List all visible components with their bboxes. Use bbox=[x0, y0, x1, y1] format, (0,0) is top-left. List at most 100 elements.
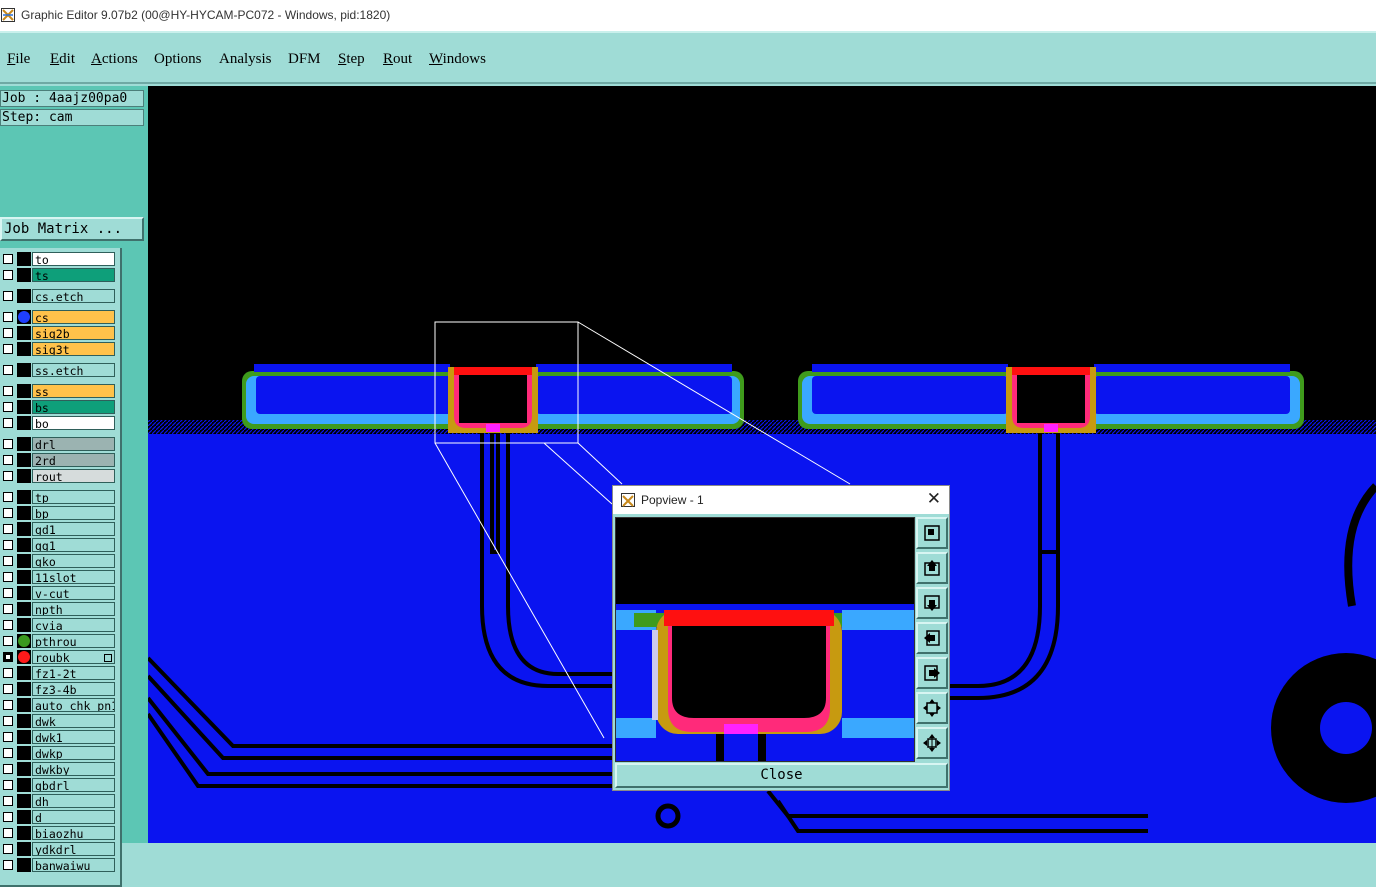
layer-row-drl[interactable]: drl bbox=[0, 437, 116, 451]
layer-name[interactable]: ss bbox=[32, 384, 115, 398]
layer-checkbox[interactable] bbox=[3, 508, 13, 518]
layer-checkbox[interactable] bbox=[3, 652, 13, 662]
layer-row-gbdrl[interactable]: gbdrl bbox=[0, 778, 116, 792]
layer-checkbox[interactable] bbox=[3, 796, 13, 806]
layer-checkbox[interactable] bbox=[3, 492, 13, 502]
layer-display-color[interactable] bbox=[17, 289, 31, 303]
layer-row-11slot[interactable]: 11slot bbox=[0, 570, 116, 584]
layer-display-color[interactable] bbox=[17, 650, 31, 664]
layer-name[interactable]: 2rd bbox=[32, 453, 115, 467]
layer-row-v-cut[interactable]: v-cut bbox=[0, 586, 116, 600]
menu-step[interactable]: Step bbox=[338, 51, 365, 68]
layer-name[interactable]: 11slot bbox=[32, 570, 115, 584]
layer-checkbox[interactable] bbox=[3, 524, 13, 534]
popview-close-button[interactable]: Close bbox=[615, 763, 948, 788]
layer-name[interactable]: fz1-2t bbox=[32, 666, 115, 680]
layer-row-sig3t[interactable]: sig3t bbox=[0, 342, 116, 356]
layer-row-bp[interactable]: bp bbox=[0, 506, 116, 520]
layer-checkbox[interactable] bbox=[3, 780, 13, 790]
layer-display-color[interactable] bbox=[17, 842, 31, 856]
layer-checkbox[interactable] bbox=[3, 764, 13, 774]
layer-display-color[interactable] bbox=[17, 826, 31, 840]
layer-display-color[interactable] bbox=[17, 416, 31, 430]
layer-row-auto_chk_pn1[interactable]: auto_chk_pn1 bbox=[0, 698, 116, 712]
layer-row-tp[interactable]: tp bbox=[0, 490, 116, 504]
layer-name[interactable]: ydkdrl bbox=[32, 842, 115, 856]
layer-checkbox[interactable] bbox=[3, 572, 13, 582]
layer-row-dwkp[interactable]: dwkp bbox=[0, 746, 116, 760]
zoom-home-icon[interactable] bbox=[916, 517, 948, 549]
layer-name[interactable]: drl bbox=[32, 437, 115, 451]
layer-checkbox[interactable] bbox=[3, 860, 13, 870]
layer-display-color[interactable] bbox=[17, 400, 31, 414]
layer-display-color[interactable] bbox=[17, 506, 31, 520]
layer-row-pthrou[interactable]: pthrou bbox=[0, 634, 116, 648]
layer-display-color[interactable] bbox=[17, 618, 31, 632]
layer-name[interactable]: dwkby bbox=[32, 762, 115, 776]
layer-name[interactable]: bp bbox=[32, 506, 115, 520]
layer-display-color[interactable] bbox=[17, 437, 31, 451]
layer-display-color[interactable] bbox=[17, 538, 31, 552]
layer-row-rout[interactable]: rout bbox=[0, 469, 116, 483]
layer-name[interactable]: pthrou bbox=[32, 634, 115, 648]
layer-name[interactable]: tp bbox=[32, 490, 115, 504]
layer-name[interactable]: bo bbox=[32, 416, 115, 430]
layer-row-to[interactable]: to bbox=[0, 252, 116, 266]
layer-row-ss.etch[interactable]: ss.etch bbox=[0, 363, 116, 377]
layer-name[interactable]: cvia bbox=[32, 618, 115, 632]
menu-rout[interactable]: Rout bbox=[383, 51, 412, 68]
layer-row-gko[interactable]: gko bbox=[0, 554, 116, 568]
layer-name[interactable]: sig3t bbox=[32, 342, 115, 356]
layer-row-biaozhu[interactable]: biaozhu bbox=[0, 826, 116, 840]
layer-row-cs.etch[interactable]: cs.etch bbox=[0, 289, 116, 303]
job-matrix-button[interactable]: Job Matrix ... bbox=[0, 217, 144, 241]
layer-checkbox[interactable] bbox=[3, 540, 13, 550]
layer-name[interactable]: d bbox=[32, 810, 115, 824]
layer-row-dh[interactable]: dh bbox=[0, 794, 116, 808]
layer-checkbox[interactable] bbox=[3, 684, 13, 694]
layer-name[interactable]: gko bbox=[32, 554, 115, 568]
layer-row-fz1-2t[interactable]: fz1-2t bbox=[0, 666, 116, 680]
layer-checkbox[interactable] bbox=[3, 636, 13, 646]
layer-row-dwk[interactable]: dwk bbox=[0, 714, 116, 728]
layer-row-ts[interactable]: ts bbox=[0, 268, 116, 282]
layer-display-color[interactable] bbox=[17, 252, 31, 266]
pan-right-icon[interactable] bbox=[916, 657, 948, 689]
pan-left-icon[interactable] bbox=[916, 622, 948, 654]
layer-display-color[interactable] bbox=[17, 490, 31, 504]
layer-name[interactable]: auto_chk_pn1 bbox=[32, 698, 115, 712]
layer-display-color[interactable] bbox=[17, 762, 31, 776]
layer-display-color[interactable] bbox=[17, 342, 31, 356]
layer-name[interactable]: sig2b bbox=[32, 326, 115, 340]
layer-checkbox[interactable] bbox=[3, 620, 13, 630]
layer-checkbox[interactable] bbox=[3, 365, 13, 375]
layer-row-npth[interactable]: npth bbox=[0, 602, 116, 616]
layer-row-2rd[interactable]: 2rd bbox=[0, 453, 116, 467]
layer-name[interactable]: cs.etch bbox=[32, 289, 115, 303]
pan-up-icon[interactable] bbox=[916, 552, 948, 584]
layer-checkbox[interactable] bbox=[3, 732, 13, 742]
menu-edit[interactable]: Edit bbox=[50, 51, 75, 68]
layer-row-bs[interactable]: bs bbox=[0, 400, 116, 414]
layer-display-color[interactable] bbox=[17, 326, 31, 340]
layer-name[interactable]: dh bbox=[32, 794, 115, 808]
layer-checkbox[interactable] bbox=[3, 254, 13, 264]
layer-display-color[interactable] bbox=[17, 570, 31, 584]
layer-row-ydkdrl[interactable]: ydkdrl bbox=[0, 842, 116, 856]
layer-row-gg1[interactable]: gg1 bbox=[0, 538, 116, 552]
menu-dfm[interactable]: DFM bbox=[288, 51, 321, 68]
layer-display-color[interactable] bbox=[17, 586, 31, 600]
layer-row-gd1[interactable]: gd1 bbox=[0, 522, 116, 536]
layer-checkbox[interactable] bbox=[3, 386, 13, 396]
layer-name[interactable]: roubk bbox=[32, 650, 115, 664]
menu-options[interactable]: Options bbox=[154, 51, 202, 68]
layer-display-color[interactable] bbox=[17, 666, 31, 680]
layer-checkbox[interactable] bbox=[3, 312, 13, 322]
layer-name[interactable]: gg1 bbox=[32, 538, 115, 552]
layer-row-banwaiwu[interactable]: banwaiwu bbox=[0, 858, 116, 872]
layer-name[interactable]: cs bbox=[32, 310, 115, 324]
layer-row-dwkby[interactable]: dwkby bbox=[0, 762, 116, 776]
layer-display-color[interactable] bbox=[17, 363, 31, 377]
layer-row-d[interactable]: d bbox=[0, 810, 116, 824]
close-icon[interactable]: ✕ bbox=[927, 489, 941, 509]
